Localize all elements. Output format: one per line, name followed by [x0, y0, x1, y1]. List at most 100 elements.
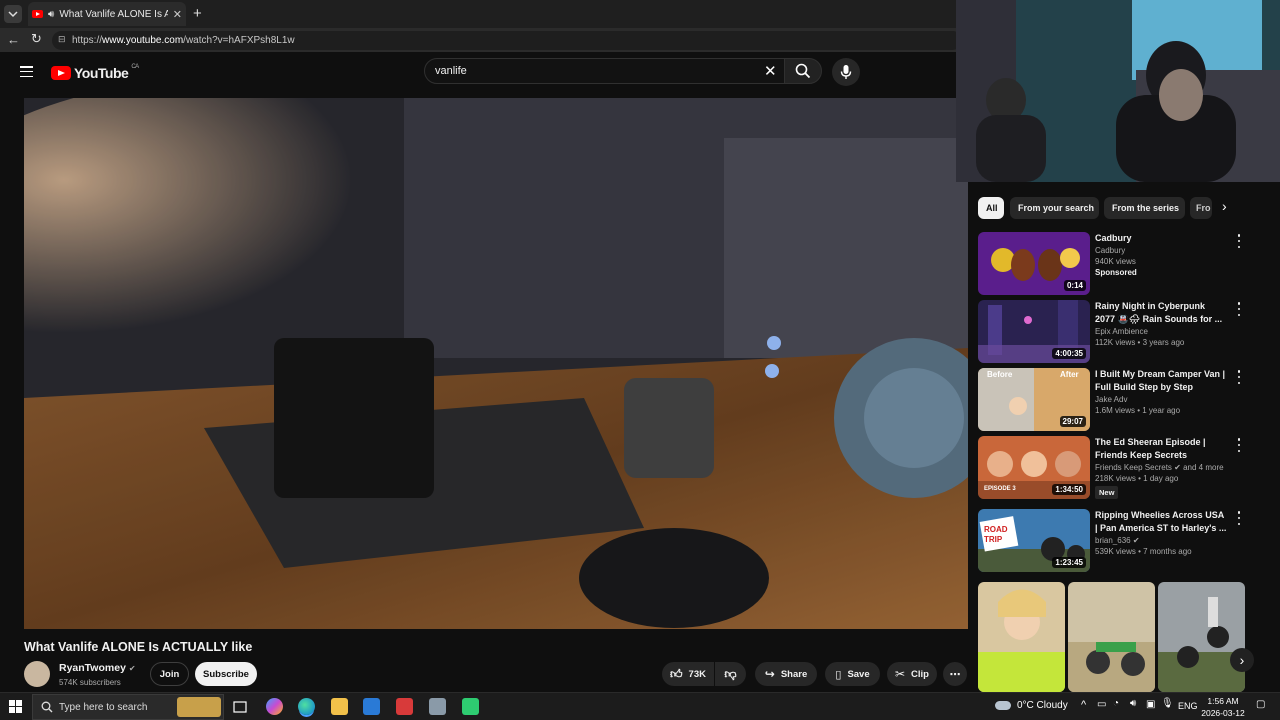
more-vertical-icon[interactable] [1234, 370, 1244, 384]
recommendation-title: I Built My Dream Camper Van | Full Build… [1095, 369, 1226, 392]
webcam-feed [956, 0, 1280, 182]
clip-button[interactable]: ✂ Clip [887, 662, 937, 686]
search-input[interactable]: vanlife ✕ [424, 58, 786, 84]
new-tab-button[interactable]: + [193, 5, 202, 22]
chip-from-your-search[interactable]: From your search [1010, 197, 1099, 219]
save-button[interactable]: ▯ Save [825, 662, 880, 686]
recommendation-views: 539K views • 7 months ago [1095, 547, 1192, 556]
clip-label: Clip [911, 668, 929, 680]
hamburger-menu-icon[interactable] [20, 66, 33, 77]
more-vertical-icon[interactable] [1234, 511, 1244, 525]
share-button[interactable]: ↪ Share [755, 662, 817, 686]
microphone-icon [840, 65, 852, 79]
microphone-tray-icon[interactable]: 🎙︎ [1161, 698, 1174, 709]
recommendation-item[interactable]: 4:00:35 Rainy Night in Cyberpunk 2077 🚇🌧… [978, 300, 1248, 364]
chip-all[interactable]: All [978, 197, 1004, 219]
input-language[interactable]: ENG [1178, 701, 1198, 711]
shorts-thumbnail[interactable] [1158, 582, 1245, 692]
url-field[interactable]: ⊟ https://www.youtube.com/watch?v=hAFXPs… [52, 31, 962, 50]
save-label: Save [847, 668, 870, 680]
more-horizontal-icon: ⋯ [949, 668, 961, 681]
share-icon: ↪ [764, 667, 775, 681]
shorts-thumbnail[interactable] [978, 582, 1065, 692]
chat-app-icon[interactable] [462, 698, 479, 715]
subscribe-button[interactable]: Subscribe [195, 662, 257, 686]
close-tab-icon[interactable]: ✕ [173, 8, 182, 21]
browser-tab-active[interactable]: 🔊︎ What Vanlife ALONE Is ACTUA ✕ [28, 2, 186, 26]
chip-all-label: All [986, 203, 998, 213]
shorts-next-button[interactable]: › [1230, 648, 1254, 672]
battery-icon[interactable]: ▣ [1146, 699, 1155, 710]
video-thumbnail[interactable]: 0:14 [978, 232, 1090, 295]
wifi-icon[interactable]: ◔ [1113, 698, 1119, 709]
thumbnail-overlay-episode: EPISODE 3 [984, 486, 1016, 492]
monitor-app-icon[interactable] [429, 698, 446, 715]
recommendation-item[interactable]: ROAD TRIP 1:23:45 Ripping Wheelies Acros… [978, 509, 1248, 573]
more-vertical-icon[interactable] [1234, 234, 1244, 248]
recommendation-channel: brian_636 ✔ [1095, 535, 1227, 546]
speaker-icon[interactable]: 🔊︎ [48, 9, 54, 20]
recommendation-item[interactable]: EPISODE 3 1:34:50 The Ed Sheeran Episode… [978, 436, 1248, 506]
channel-avatar[interactable] [24, 661, 50, 687]
voice-search-button[interactable] [832, 58, 860, 86]
recommendation-item[interactable]: 0:14 Cadbury Cadbury 940K views Sponsore… [978, 232, 1248, 296]
search-button[interactable] [784, 58, 822, 84]
clock-time: 1:56 AM [1207, 696, 1239, 706]
duration-badge: 1:23:45 [1052, 557, 1086, 568]
webcam-overlay [956, 0, 1280, 182]
clock[interactable]: 1:56 AM 2026-03-12 [1198, 695, 1248, 719]
video-player[interactable] [24, 98, 968, 629]
tab-list-icon[interactable] [4, 5, 22, 23]
video-thumbnail[interactable]: 4:00:35 [978, 300, 1090, 363]
subscriber-count: 574K subscribers [59, 678, 121, 687]
clear-search-icon[interactable]: ✕ [764, 62, 777, 80]
weather-widget[interactable]: 0°C Cloudy [995, 700, 1068, 711]
url-prefix: https:// [72, 35, 103, 46]
video-thumbnail[interactable]: ROAD TRIP 1:23:45 [978, 509, 1090, 572]
recommendation-item[interactable]: Before After 29:07 I Built My Dream Camp… [978, 368, 1248, 432]
video-title: What Vanlife ALONE Is ACTUALLY like [24, 640, 253, 654]
duration-badge: 4:00:35 [1052, 348, 1086, 359]
dislike-button[interactable]: 👎︎ [715, 662, 746, 686]
chip-truncated-label: Fro [1196, 203, 1211, 213]
shorts-thumbnail[interactable] [1068, 582, 1155, 692]
join-button[interactable]: Join [150, 662, 189, 686]
recommendation-title: The Ed Sheeran Episode | Friends Keep Se… [1095, 437, 1206, 460]
edge-browser-icon[interactable] [298, 698, 315, 715]
taskbar-search-box[interactable]: Type here to search [32, 694, 224, 720]
channel-name[interactable]: RyanTwomey ✔ [59, 662, 136, 674]
copilot-icon[interactable] [266, 698, 283, 715]
youtube-favicon-icon [32, 10, 43, 18]
video-thumbnail[interactable]: EPISODE 3 1:34:50 [978, 436, 1090, 499]
like-count: 73K [688, 668, 706, 680]
youtube-logo[interactable]: YouTube CA [51, 64, 139, 81]
recommendation-views: 112K views • 3 years ago [1095, 338, 1185, 347]
video-thumbnail[interactable]: Before After 29:07 [978, 368, 1090, 431]
more-vertical-icon[interactable] [1234, 302, 1244, 316]
cloud-icon [995, 701, 1011, 710]
more-actions-button[interactable]: ⋯ [943, 662, 967, 686]
volume-icon[interactable]: 🔊︎ [1130, 698, 1136, 709]
recommendation-title: Ripping Wheelies Across USA | Pan Americ… [1095, 510, 1227, 533]
reload-icon[interactable]: ↻ [31, 31, 42, 47]
chip-truncated[interactable]: Fro [1190, 197, 1212, 219]
gift-app-icon[interactable] [396, 698, 413, 715]
file-explorer-icon[interactable] [331, 698, 348, 715]
site-info-icon[interactable]: ⊟ [58, 34, 66, 45]
sponsored-label: Sponsored [1095, 268, 1137, 277]
network-icon[interactable]: ▭ [1097, 699, 1106, 710]
task-view-icon[interactable] [233, 700, 247, 714]
recommendation-channel-name: Friends Keep Secrets [1095, 463, 1172, 472]
duration-badge: 29:07 [1059, 416, 1086, 427]
mail-icon[interactable] [363, 698, 380, 715]
tray-chevron-up-icon[interactable]: ^ [1081, 699, 1086, 711]
like-button[interactable]: 👍︎ 73K [662, 662, 714, 686]
chips-next-icon[interactable]: › [1222, 198, 1227, 214]
url-path: /watch?v=hAFXPsh8L1w [183, 35, 295, 46]
more-vertical-icon[interactable] [1234, 438, 1244, 452]
notification-icon[interactable]: ▢ [1256, 699, 1265, 710]
chip-from-the-series[interactable]: From the series [1104, 197, 1185, 219]
windows-start-icon[interactable] [9, 700, 23, 714]
back-arrow-icon[interactable]: ← [7, 32, 20, 47]
thumbnail-overlay-after: After [1060, 370, 1079, 379]
